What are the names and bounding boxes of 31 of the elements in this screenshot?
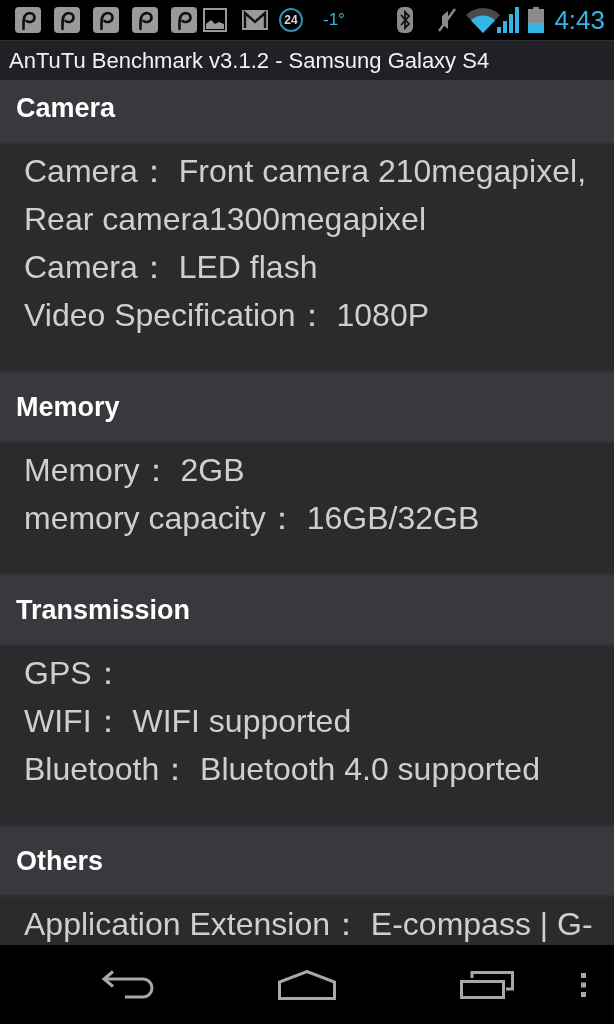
letter-p-app-icon bbox=[54, 7, 80, 33]
recent-apps-icon[interactable] bbox=[460, 970, 514, 999]
counter-badge: 24 bbox=[279, 8, 303, 32]
bluetooth-icon bbox=[397, 7, 414, 33]
letter-p-app-icon bbox=[15, 7, 41, 33]
temperature-text: -1° bbox=[323, 10, 345, 30]
letter-p-app-icon bbox=[171, 7, 197, 33]
spec-line: WIFI： WIFI supported bbox=[24, 702, 353, 741]
battery-icon bbox=[528, 7, 545, 33]
envelope-icon bbox=[242, 10, 268, 30]
spec-line: memory capacity： 16GB/32GB bbox=[24, 499, 481, 538]
app-title: AnTuTu Benchmark v3.1.2 - Samsung Galaxy S4 bbox=[9, 47, 490, 74]
spec-line: Video Specification： 1080P bbox=[24, 296, 430, 335]
section-header: Transmission bbox=[0, 576, 614, 646]
clock-time: 4:43 bbox=[554, 4, 605, 36]
spec-line: Bluetooth： Bluetooth 4.0 supported bbox=[24, 750, 541, 789]
picture-icon bbox=[203, 8, 227, 32]
spec-line: Application Extension： E-compass | G- bbox=[24, 905, 594, 944]
section-header: Memory bbox=[0, 373, 614, 443]
letter-p-app-icon bbox=[93, 7, 119, 33]
letter-p-app-icon bbox=[132, 7, 158, 33]
section-header: Others bbox=[0, 827, 614, 897]
spec-line: Camera： Front camera 210megapixel, Rear camera1300megapixel bbox=[24, 152, 587, 239]
spec-line: Camera： LED flash bbox=[24, 248, 319, 287]
spec-line: GPS： bbox=[24, 654, 125, 693]
section-header: Camera bbox=[0, 80, 614, 144]
signal-bars-icon bbox=[497, 7, 520, 33]
home-icon[interactable] bbox=[278, 969, 336, 1000]
overflow-menu-icon[interactable] bbox=[581, 972, 586, 997]
wifi-icon bbox=[466, 7, 501, 33]
spec-line: Memory： 2GB bbox=[24, 451, 246, 490]
